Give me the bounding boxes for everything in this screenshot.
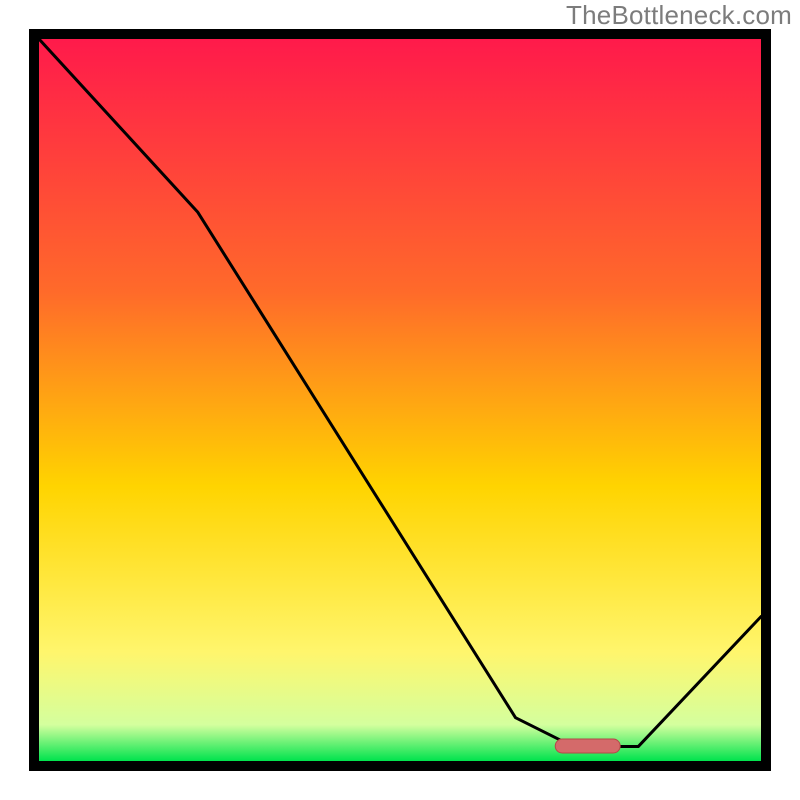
watermark-text: TheBottleneck.com	[566, 0, 792, 31]
gradient-fill	[39, 39, 761, 761]
plot-svg	[39, 39, 761, 761]
highlight-range	[555, 739, 620, 753]
chart-container: TheBottleneck.com	[0, 0, 800, 800]
